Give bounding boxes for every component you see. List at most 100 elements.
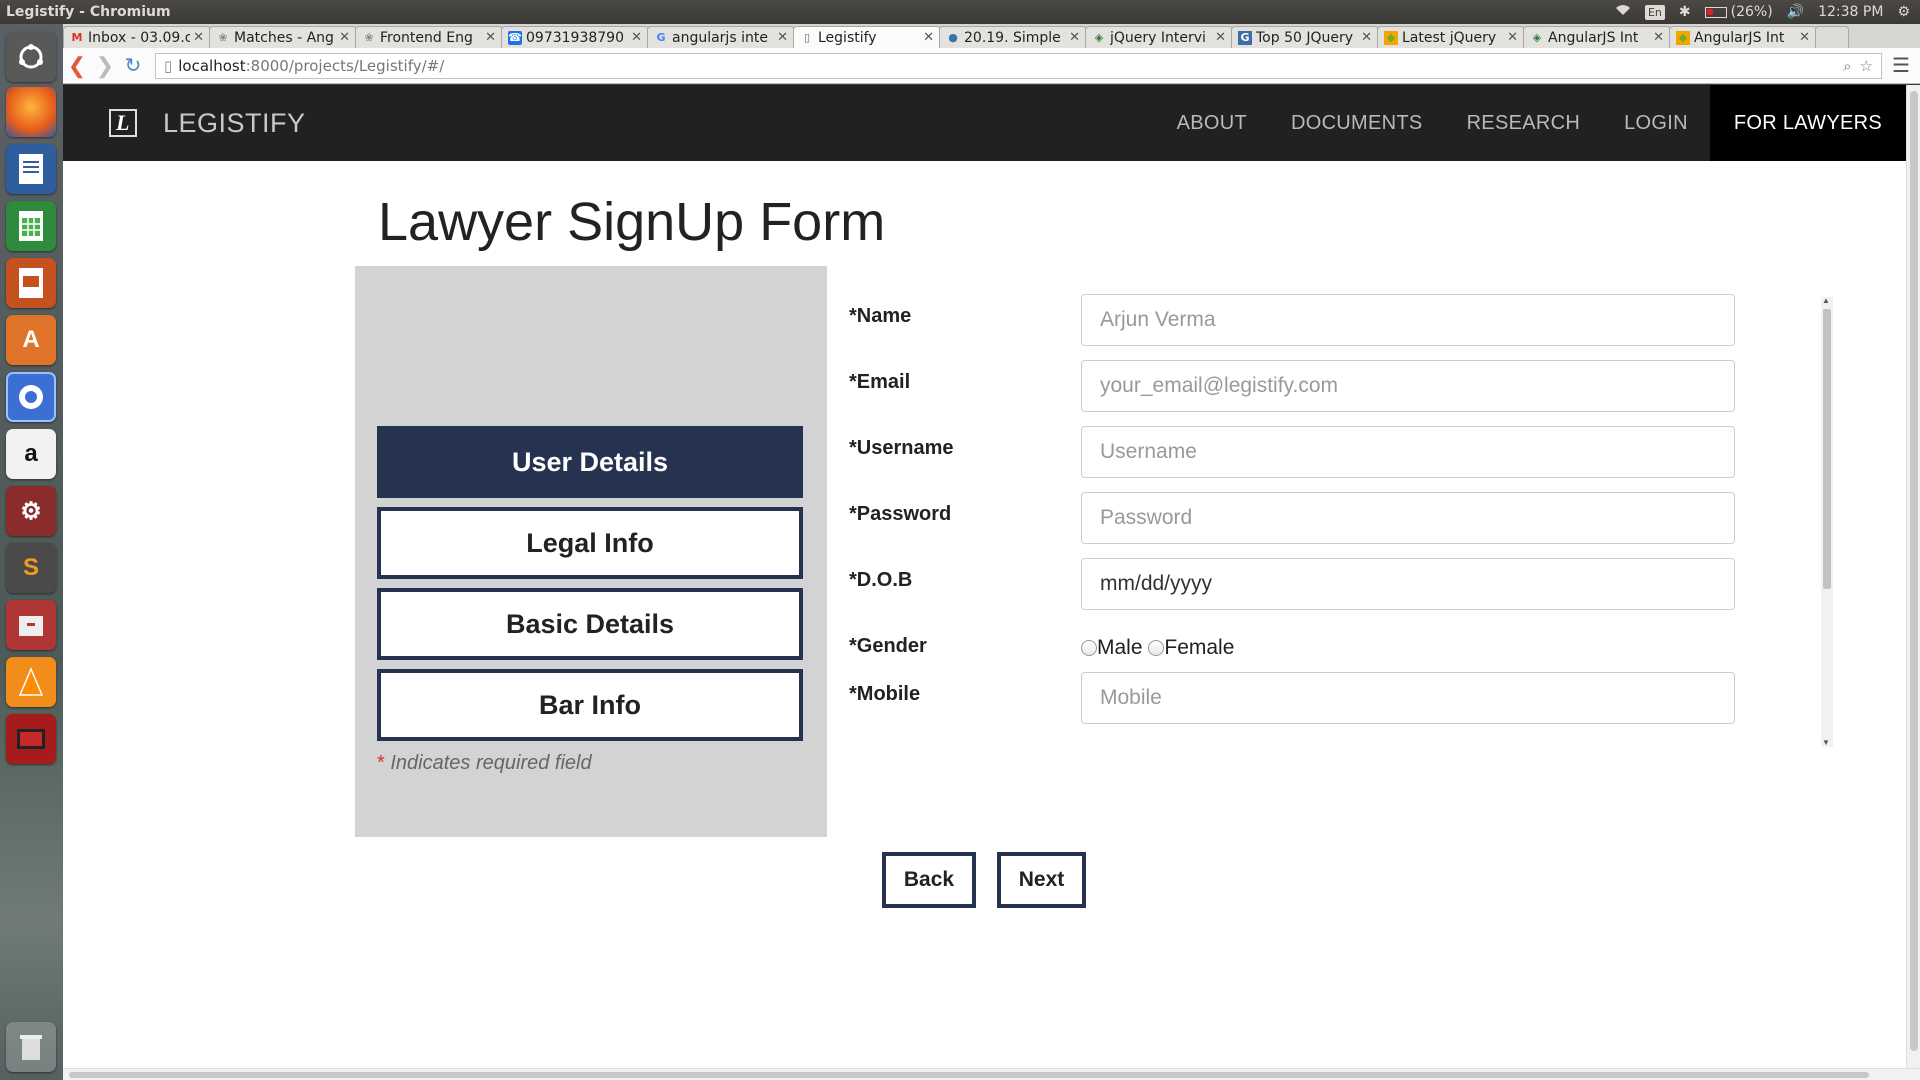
mobile-label: *Mobile [849,683,921,705]
email-input[interactable]: your_email@legistify.com [1081,360,1735,412]
page-vertical-scrollbar[interactable] [1906,85,1920,1068]
browser-toolbar: ❮ ❯ ↻ ▯ localhost:8000/projects/Legistif… [63,48,1920,84]
next-button[interactable]: Next [997,852,1086,908]
back-arrow-icon[interactable]: ❮ [63,53,91,79]
volume-icon[interactable]: 🔊 [1787,4,1804,20]
address-bar[interactable]: ▯ localhost:8000/projects/Legistify/#/ ⌕… [155,52,1882,79]
form-scrollbar[interactable]: ▲ ▼ [1821,296,1833,747]
writer-icon[interactable] [6,144,56,194]
zoom-icon[interactable]: ⌕ [1843,57,1851,75]
site-navbar: L LEGISTIFY ABOUT DOCUMENTS RESEARCH LOG… [63,85,1906,161]
name-input[interactable]: Arjun Verma [1081,294,1735,346]
badge-icon: ◆ [1676,30,1690,45]
browser-tab-active[interactable]: ▯ Legistify ✕ [793,26,941,48]
scroll-up-arrow-icon[interactable]: ▲ [1822,296,1830,305]
close-tab-icon[interactable]: ✕ [193,30,204,45]
close-tab-icon[interactable]: ✕ [1069,30,1080,45]
required-field-note: * Indicates required field [377,752,592,775]
amazon-icon[interactable]: a [6,429,56,479]
required-asterisk: * [377,752,385,774]
battery-percent: (26%) [1730,4,1773,20]
system-settings-icon[interactable]: ⚙ [6,486,56,536]
browser-tab[interactable]: ◈ jQuery Intervi ✕ [1085,26,1233,48]
browser-tab[interactable]: Gangularjs inte ✕ [647,26,795,48]
site-brand[interactable]: L LEGISTIFY [109,108,306,139]
page-hscrollbar-thumb[interactable] [69,1072,1869,1078]
close-tab-icon[interactable]: ✕ [485,30,496,45]
browser-tab[interactable]: ◆ Latest jQuery ✕ [1377,26,1525,48]
close-tab-icon[interactable]: ✕ [339,30,350,45]
ubuntu-launcher: A a ⚙ S [0,24,63,1080]
close-tab-icon[interactable]: ✕ [923,30,934,45]
dash-home-icon[interactable] [6,32,56,82]
python-icon: ● [948,30,958,44]
browser-tab[interactable]: ● 20.19. Simple ✕ [939,26,1087,48]
brand-name: LEGISTIFY [163,107,306,138]
close-tab-icon[interactable]: ✕ [631,30,642,45]
flame-icon: ❀ [218,30,228,44]
page-scrollbar-thumb[interactable] [1910,91,1918,1051]
sublime-text-icon[interactable]: S [6,543,56,593]
step-legal-info-button[interactable]: Legal Info [377,507,803,579]
close-tab-icon[interactable]: ✕ [777,30,788,45]
scroll-down-arrow-icon[interactable]: ▼ [1822,738,1830,747]
archive-manager-icon[interactable] [6,600,56,650]
clock[interactable]: 12:38 PM [1818,4,1883,20]
nav-about-link[interactable]: ABOUT [1155,85,1269,161]
badge-icon: ◆ [1384,30,1398,45]
step-bar-info-button[interactable]: Bar Info [377,669,803,741]
browser-tab[interactable]: ❀ Matches - Ang ✕ [209,26,357,48]
close-tab-icon[interactable]: ✕ [1215,30,1226,45]
mobile-input[interactable]: Mobile [1081,672,1735,724]
browser-tab[interactable]: M Inbox - 03.09.c ✕ [63,26,211,48]
browser-menu-icon[interactable]: ☰ [1882,53,1920,78]
password-input[interactable]: Password [1081,492,1735,544]
gender-options: Male Female [1081,636,1234,660]
google-icon: G [656,30,666,44]
back-button[interactable]: Back [882,852,976,908]
screen-recorder-icon[interactable] [6,714,56,764]
gender-male-radio[interactable] [1081,640,1097,656]
forward-arrow-icon[interactable]: ❯ [91,53,119,79]
firefox-icon[interactable] [6,87,56,137]
software-center-icon[interactable]: A [6,315,56,365]
flame-icon: ❀ [364,30,374,44]
close-tab-icon[interactable]: ✕ [1799,30,1810,45]
step-user-details-button[interactable]: User Details [377,426,803,498]
nav-for-lawyers-link[interactable]: FOR LAWYERS [1709,85,1906,161]
settings-gear-icon[interactable]: ⚙ [1897,4,1910,20]
wifi-icon[interactable] [1615,4,1631,20]
impress-icon[interactable] [6,258,56,308]
step-basic-details-button[interactable]: Basic Details [377,588,803,660]
username-input[interactable]: Username [1081,426,1735,478]
form-scrollbar-thumb[interactable] [1823,309,1831,589]
reload-icon[interactable]: ↻ [119,53,147,78]
diamond-icon: ◈ [1094,30,1104,44]
trash-icon[interactable] [6,1022,56,1072]
browser-tab[interactable]: ☎ 09731938790 , ✕ [501,26,649,48]
browser-tab[interactable]: ◈ AngularJS Int ✕ [1523,26,1671,48]
close-tab-icon[interactable]: ✕ [1653,30,1664,45]
calc-icon[interactable] [6,201,56,251]
new-tab-button[interactable] [1815,26,1849,48]
vlc-icon[interactable] [6,657,56,707]
close-tab-icon[interactable]: ✕ [1507,30,1518,45]
bookmark-star-icon[interactable]: ☆ [1860,57,1873,75]
browser-tab[interactable]: G Top 50 JQuery ✕ [1231,26,1379,48]
bluetooth-icon[interactable]: ✱ [1679,4,1691,20]
nav-documents-link[interactable]: DOCUMENTS [1269,85,1445,161]
page-horizontal-scrollbar[interactable] [63,1068,1920,1080]
nav-research-link[interactable]: RESEARCH [1445,85,1603,161]
browser-tab[interactable]: ❀ Frontend Eng ✕ [355,26,503,48]
gender-female-label[interactable]: Female [1164,636,1234,659]
chromium-icon[interactable] [6,372,56,422]
g-icon: G [1238,30,1252,45]
gender-female-radio[interactable] [1148,640,1165,656]
keyboard-layout-indicator[interactable]: En [1644,4,1665,20]
nav-login-link[interactable]: LOGIN [1602,85,1710,161]
battery-indicator[interactable]: (26%) [1704,4,1773,20]
browser-tab[interactable]: ◆ AngularJS Int ✕ [1669,26,1817,48]
dob-date-input[interactable]: mm/dd/yyyy [1081,558,1735,610]
gender-male-label[interactable]: Male [1097,636,1143,659]
close-tab-icon[interactable]: ✕ [1361,30,1372,45]
